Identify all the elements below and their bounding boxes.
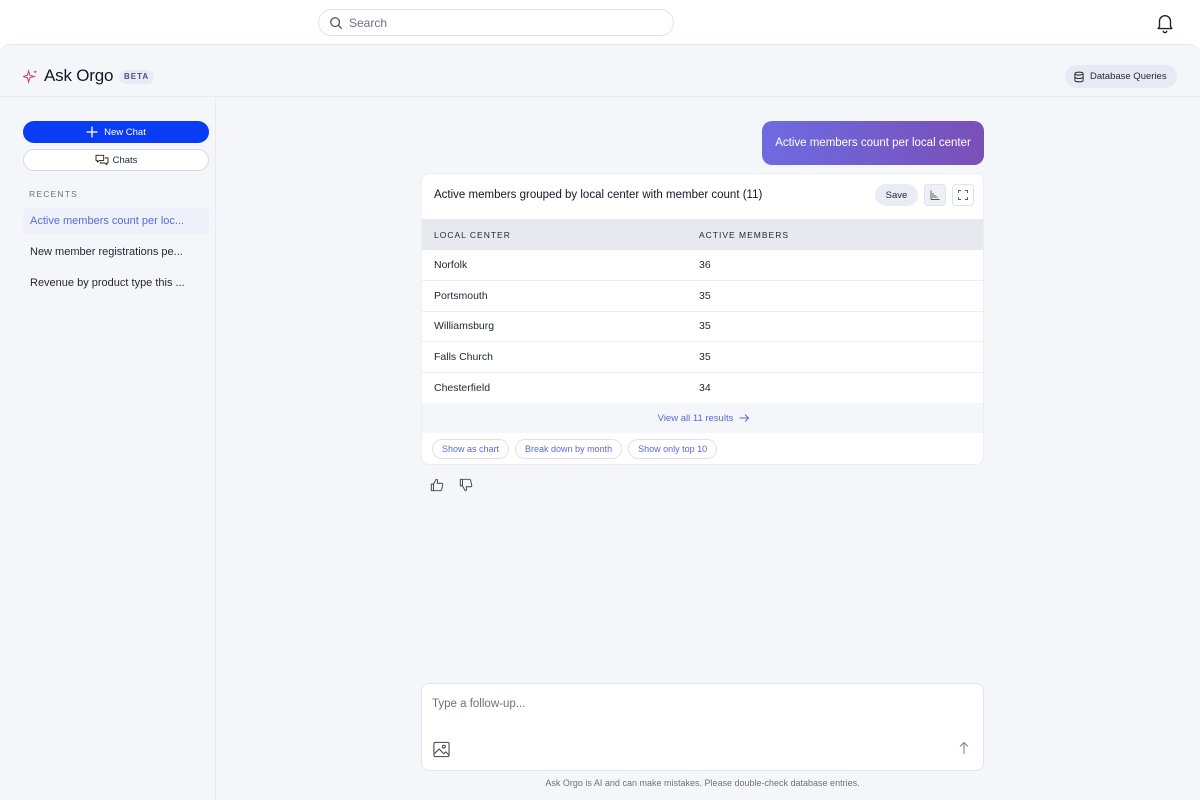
cell-active-members: 34	[699, 381, 711, 394]
search-input[interactable]	[349, 15, 649, 30]
beta-badge: BETA	[119, 70, 155, 84]
new-chat-label: New Chat	[104, 126, 146, 138]
chats-label: Chats	[112, 154, 138, 166]
cell-active-members: 35	[699, 341, 983, 373]
recents-heading: RECENTS	[29, 189, 79, 199]
arrow-right-icon	[739, 414, 750, 422]
view-all-label: View all 11 results	[657, 412, 734, 424]
database-icon	[1074, 71, 1084, 82]
send-arrow-icon[interactable]	[957, 741, 971, 755]
suggestion-chips: Show as chart Break down by month Show o…	[432, 439, 718, 459]
top-bar	[0, 0, 1200, 44]
composer	[421, 683, 984, 771]
cell-local-center: Chesterfield	[434, 381, 491, 394]
app-header: Ask Orgo BETA Database Queries	[0, 45, 1200, 97]
recent-chat-item[interactable]: New member registrations pe...	[23, 239, 209, 265]
expand-button[interactable]	[952, 184, 974, 206]
expand-icon	[958, 190, 968, 200]
new-chat-button[interactable]: New Chat	[23, 121, 209, 143]
column-header-active-members: ACTIVE MEMBERS	[699, 219, 983, 250]
cell-active-members: 35	[699, 280, 983, 312]
chart-view-button[interactable]	[924, 184, 946, 206]
view-all-results-link[interactable]: View all 11 results	[422, 403, 983, 433]
bell-icon[interactable]	[1154, 12, 1176, 34]
page-title: Ask Orgo	[44, 66, 114, 85]
suggestion-chip[interactable]: Show only top 10	[628, 439, 718, 459]
results-table: LOCAL CENTER ACTIVE MEMBERS Norfolk 36 P…	[422, 219, 983, 403]
suggestion-chip[interactable]: Show as chart	[432, 439, 510, 459]
cell-local-center: Williamsburg	[422, 311, 699, 342]
sparkle-icon	[23, 69, 38, 84]
app-panel: Ask Orgo BETA Database Queries New Chat …	[0, 44, 1200, 800]
table-row: Norfolk 36	[422, 250, 983, 281]
ai-disclaimer: Ask Orgo is AI and can make mistakes. Pl…	[545, 778, 860, 788]
column-header-local-center: LOCAL CENTER	[422, 219, 699, 250]
database-queries-label: Database Queries	[1090, 71, 1167, 82]
result-title: Active members grouped by local center w…	[434, 189, 763, 201]
recent-chat-item[interactable]: Active members count per loc...	[23, 208, 209, 234]
thumbs-up-icon[interactable]	[430, 478, 444, 492]
table-header-row: LOCAL CENTER ACTIVE MEMBERS	[422, 219, 983, 250]
cell-local-center: Portsmouth	[422, 280, 699, 312]
thumbs-down-icon[interactable]	[459, 478, 473, 492]
cell-local-center: Norfolk	[422, 250, 699, 281]
table-row: Portsmouth 35	[422, 280, 983, 312]
query-result-card: Active members grouped by local center w…	[421, 173, 984, 465]
follow-up-input[interactable]	[432, 694, 972, 714]
table-row: Chesterfield 34	[422, 372, 983, 403]
suggestion-chip[interactable]: Break down by month	[515, 439, 623, 459]
save-button[interactable]: Save	[875, 184, 918, 206]
plus-icon	[86, 126, 98, 138]
chat-bubbles-icon	[95, 154, 109, 166]
bar-chart-icon	[930, 190, 940, 200]
recent-chat-item[interactable]: Revenue by product type this ...	[23, 270, 209, 296]
sidebar: New Chat Chats RECENTS Active members co…	[0, 97, 216, 800]
table-row: Williamsburg 35	[422, 311, 983, 342]
image-upload-icon[interactable]	[433, 741, 450, 758]
cell-active-members: 35	[699, 311, 983, 342]
cell-active-members: 36	[699, 250, 983, 281]
search-box[interactable]	[318, 9, 674, 36]
search-icon	[330, 16, 343, 29]
table-row: Falls Church 35	[422, 341, 983, 373]
user-message-bubble: Active members count per local center	[762, 121, 984, 165]
cell-local-center: Falls Church	[422, 341, 699, 373]
database-queries-button[interactable]: Database Queries	[1065, 65, 1177, 88]
chats-button[interactable]: Chats	[23, 149, 209, 171]
